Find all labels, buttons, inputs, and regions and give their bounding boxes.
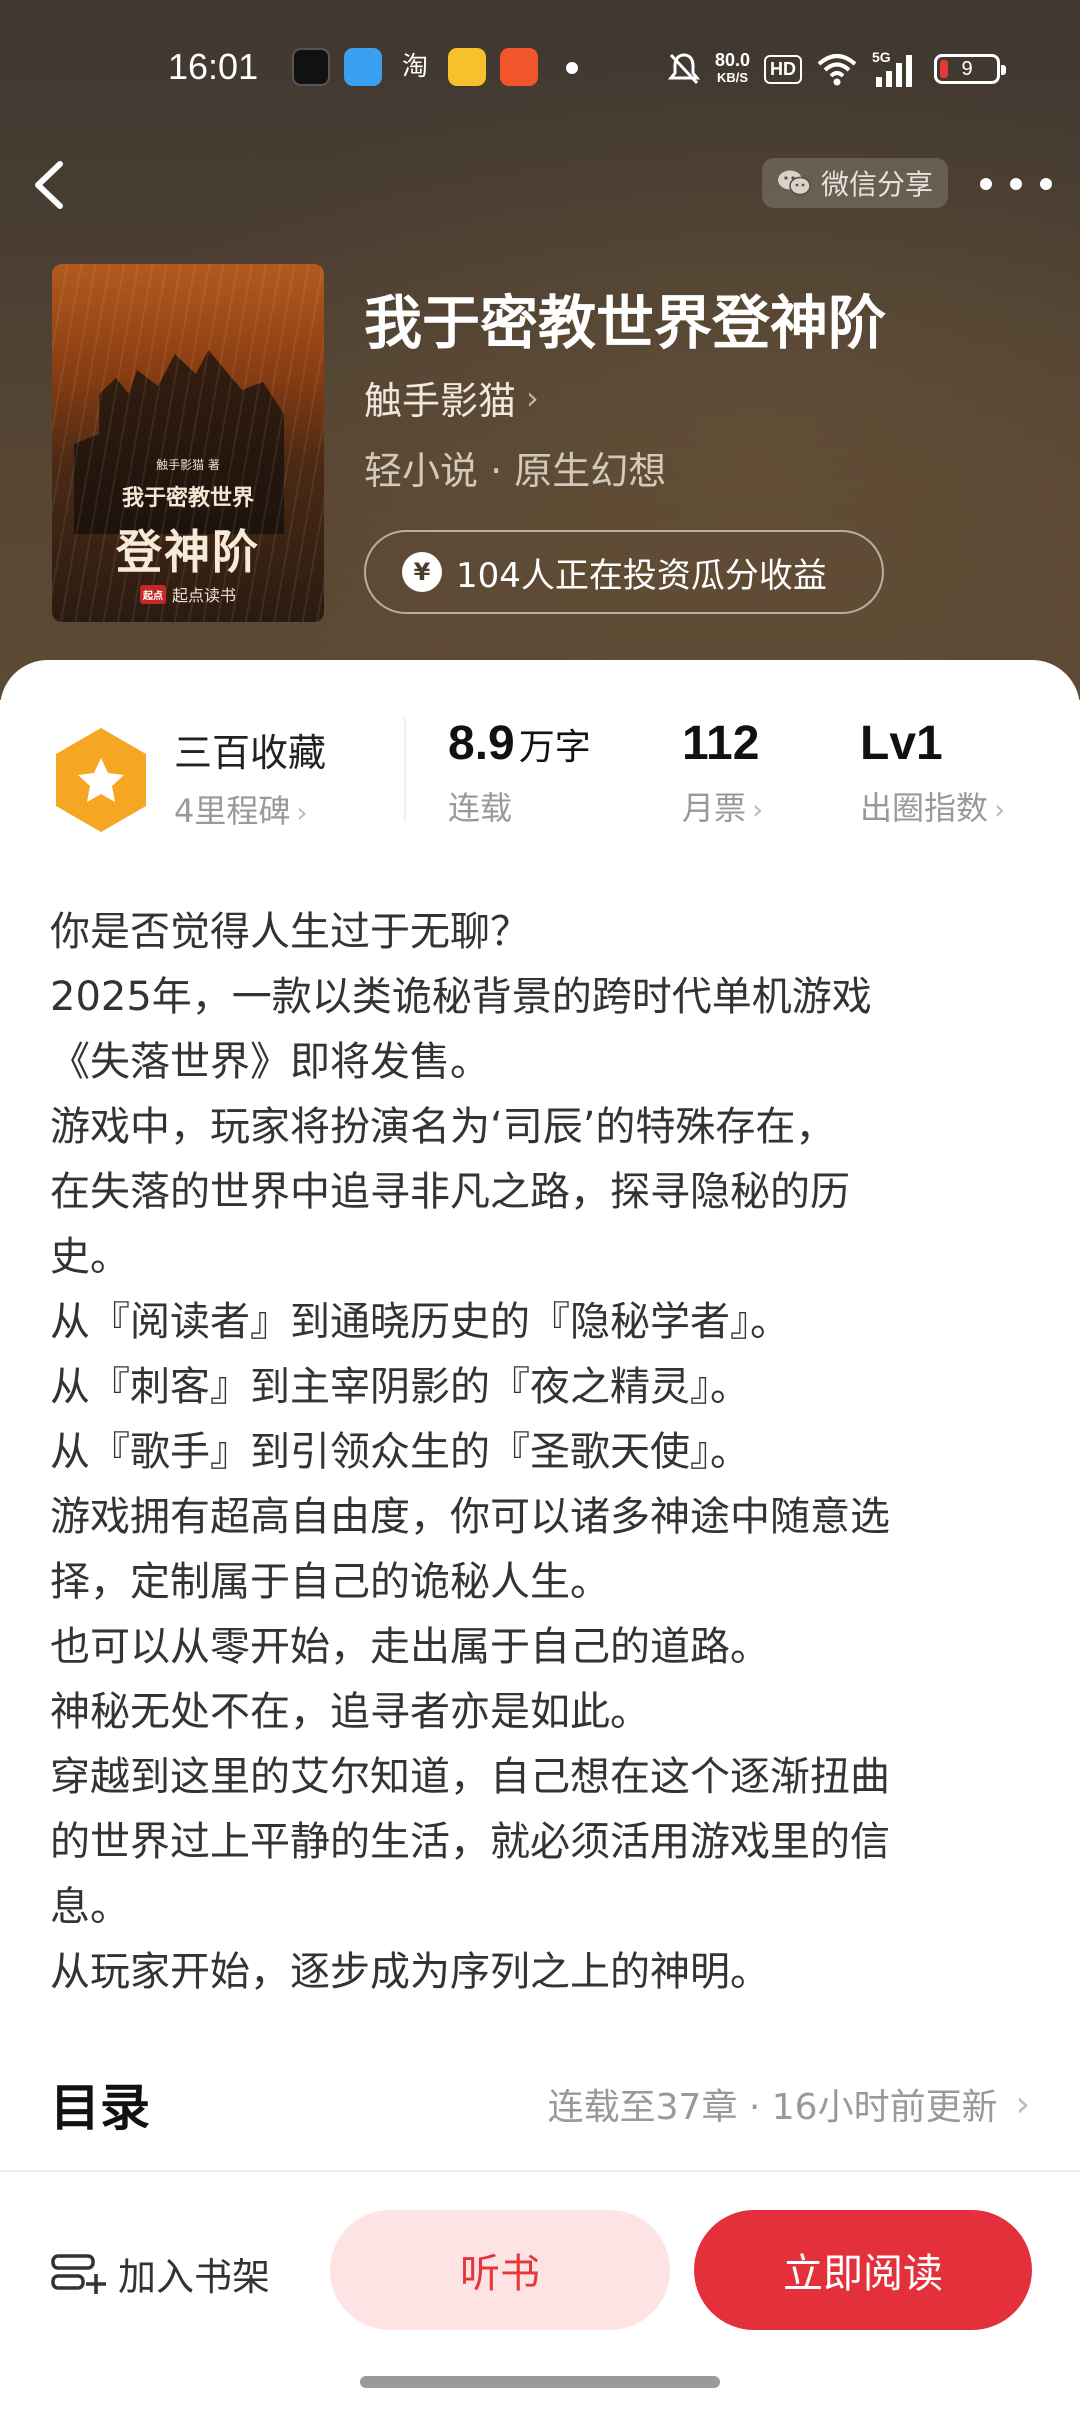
- book-genre: 轻小说 · 原生幻想: [364, 449, 667, 493]
- milestone-link[interactable]: 4里程碑 ›: [174, 786, 308, 832]
- read-now-button[interactable]: 立即阅读: [694, 2210, 1032, 2330]
- tiktok-icon: [292, 48, 330, 86]
- level-label: 出圈指数: [860, 789, 989, 827]
- invest-label: 104人正在投资瓜分收益: [456, 555, 827, 596]
- author-name: 触手影猫: [364, 379, 517, 423]
- book-title: 我于密教世界登神阶: [364, 289, 887, 357]
- invest-button[interactable]: ¥ 104人正在投资瓜分收益: [364, 530, 884, 614]
- synopsis-line: 也可以从零开始，走出属于自己的道路。: [50, 1624, 770, 1670]
- wifi-icon: [817, 54, 857, 86]
- battery-level: 9: [961, 57, 973, 80]
- video-app-icon: [500, 48, 538, 86]
- synopsis-line: 2025年，一款以类诡秘背景的跨时代单机游戏: [50, 974, 872, 1020]
- level-label-group: 出圈指数 ›: [860, 783, 1005, 829]
- synopsis[interactable]: 你是否觉得人生过于无聊？ 2025年，一款以类诡秘背景的跨时代单机游戏 《失落世…: [50, 900, 1040, 2005]
- more-dot-icon: [1010, 178, 1022, 190]
- taobao-icon: 淘: [401, 52, 428, 82]
- synopsis-line: 《失落世界》即将发售。: [50, 1039, 490, 1085]
- yen-icon: ¥: [402, 552, 442, 592]
- hd-badge: HD: [764, 54, 802, 84]
- blue-app-icon: [344, 48, 382, 86]
- add-to-shelf-button[interactable]: 加入书架: [50, 2246, 270, 2301]
- synopsis-line: 从『刺客』到主宰阴影的『夜之精灵』。: [50, 1364, 750, 1410]
- stats-divider: [404, 718, 406, 822]
- wechat-share-button[interactable]: 微信分享: [762, 158, 948, 208]
- star-badge-icon[interactable]: [52, 726, 150, 834]
- synopsis-line: 游戏中，玩家将扮演名为‘司辰’的特殊存在，: [50, 1104, 836, 1150]
- stats-row: 三百收藏 4里程碑 › 8.9 万字 连载 112 月票 › Lv1 出圈指数 ›: [0, 700, 1080, 850]
- add-bookshelf-icon: [51, 2253, 106, 2294]
- synopsis-line: 在失落的世界中追寻非凡之路，探寻隐秘的历: [50, 1169, 850, 1215]
- network-speed-value: 80.0: [714, 50, 750, 70]
- author-link[interactable]: 触手影猫 ›: [364, 370, 539, 425]
- add-to-shelf-label: 加入书架: [118, 2255, 271, 2299]
- chevron-right-icon: ›: [994, 793, 1006, 826]
- synopsis-line: 神秘无处不在，追寻者亦是如此。: [50, 1689, 650, 1735]
- signal-group: 5G: [872, 49, 920, 89]
- favorites-title[interactable]: 三百收藏: [174, 722, 326, 777]
- chevron-right-icon: ›: [526, 378, 539, 417]
- toc-title: 目录: [50, 2079, 150, 2137]
- network-speed: 80.0 KB/S: [715, 51, 750, 87]
- word-count-label: 连载: [448, 789, 513, 827]
- cover-publisher: 起点 起点读书: [52, 582, 324, 606]
- toc-status-text: 连载至37章 · 16小时前更新: [547, 2087, 998, 2128]
- more-options-button[interactable]: [980, 160, 1052, 208]
- synopsis-line: 游戏拥有超高自由度，你可以诸多神途中随意选: [50, 1494, 890, 1540]
- word-count-stat: 8.9 万字 连载: [448, 716, 591, 829]
- publisher-badge: 起点: [139, 584, 166, 604]
- status-right-group: 80.0 KB/S HD 5G 9: [667, 44, 1006, 94]
- monthly-votes-label-group: 月票 ›: [682, 783, 763, 829]
- word-count-value: 8.9: [448, 717, 515, 770]
- chevron-right-icon: ›: [296, 796, 308, 829]
- synopsis-line: 史。: [50, 1234, 130, 1280]
- cover-title-line1: 我于密教世界: [121, 485, 254, 511]
- level-value: Lv1: [860, 717, 943, 770]
- monthly-votes-value: 112: [682, 717, 760, 770]
- network-speed-unit: KB/S: [716, 70, 748, 85]
- synopsis-line: 从玩家开始，逐步成为序列之上的神明。: [50, 1949, 770, 1995]
- listen-button[interactable]: 听书: [330, 2210, 670, 2330]
- synopsis-line: 择，定制属于自己的诡秘人生。: [50, 1559, 610, 1605]
- share-label: 微信分享: [820, 168, 933, 201]
- chevron-right-icon: ›: [1015, 2083, 1030, 2125]
- status-bar: 16:01 淘 80.0 KB/S HD 5G 9: [0, 40, 1080, 100]
- book-cover[interactable]: 触手影猫 著 我于密教世界 登神阶 起点 起点读书: [52, 264, 324, 622]
- synopsis-line: 的世界过上平静的生活，就必须活用游戏里的信: [50, 1819, 890, 1865]
- back-button[interactable]: [22, 150, 82, 220]
- toc-status: 连载至37章 · 16小时前更新 ›: [548, 2078, 1030, 2130]
- table-of-contents-row[interactable]: 目录 连载至37章 · 16小时前更新 ›: [50, 2064, 1030, 2144]
- chevron-right-icon: ›: [752, 793, 764, 826]
- popularity-index-stat[interactable]: Lv1 出圈指数 ›: [860, 716, 1005, 829]
- monthly-votes-stat[interactable]: 112 月票 ›: [682, 716, 763, 829]
- word-count-unit: 万字: [518, 727, 591, 768]
- cover-author: 触手影猫 著: [156, 458, 220, 472]
- signal-icon: [876, 55, 912, 87]
- synopsis-line: 息。: [50, 1884, 130, 1930]
- monthly-votes-label: 月票: [682, 789, 747, 827]
- publisher-name: 起点读书: [171, 586, 236, 605]
- milestone-label: 4里程碑: [174, 792, 291, 830]
- weibo-icon: [448, 48, 486, 86]
- cover-title-line2: 登神阶: [116, 525, 260, 579]
- home-indicator[interactable]: [360, 2376, 720, 2388]
- more-dot-icon: [1040, 178, 1052, 190]
- mute-icon: [667, 53, 701, 85]
- more-dot-icon: [980, 178, 992, 190]
- synopsis-line: 穿越到这里的艾尔知道，自己想在这个逐渐扭曲: [50, 1754, 890, 1800]
- status-time: 16:01: [168, 46, 259, 87]
- wechat-icon: [777, 170, 811, 196]
- synopsis-line: 你是否觉得人生过于无聊？: [50, 909, 530, 955]
- synopsis-line: 从『歌手』到引领众生的『圣歌天使』。: [50, 1429, 750, 1475]
- more-notifications-dot: [566, 62, 578, 74]
- synopsis-line: 从『阅读者』到通晓历史的『隐秘学者』。: [50, 1299, 790, 1345]
- battery-icon: 9: [934, 54, 1006, 84]
- chevron-left-icon: [35, 161, 63, 209]
